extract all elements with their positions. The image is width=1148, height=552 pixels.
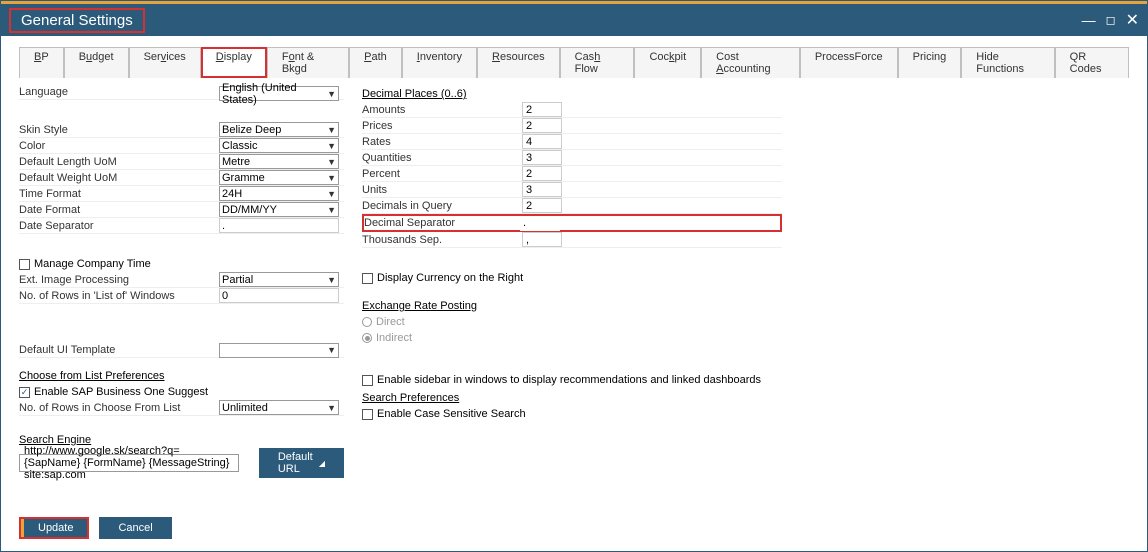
- enable-suggest-checkbox[interactable]: ✓Enable SAP Business One Suggest: [19, 386, 208, 398]
- footer-buttons: Update Cancel: [19, 517, 172, 539]
- chevron-down-icon: ▼: [327, 89, 336, 99]
- close-icon[interactable]: ✕: [1126, 10, 1139, 30]
- thousands-sep-input[interactable]: ,: [522, 232, 562, 247]
- units-label: Units: [362, 184, 522, 196]
- default-length-uom-select[interactable]: Metre▼: [219, 154, 339, 169]
- ext-image-processing-select[interactable]: Partial▼: [219, 272, 339, 287]
- tab-services[interactable]: Services: [129, 47, 201, 78]
- exchange-rate-posting-header: Exchange Rate Posting: [362, 300, 782, 312]
- listof-rows-input[interactable]: 0: [219, 288, 339, 303]
- thousands-sep-label: Thousands Sep.: [362, 234, 522, 246]
- choose-from-list-header: Choose from List Preferences: [19, 370, 344, 382]
- default-weight-uom-label: Default Weight UoM: [19, 172, 219, 184]
- default-ui-template-label: Default UI Template: [19, 344, 219, 356]
- search-preferences-header: Search Preferences: [362, 392, 782, 404]
- date-separator-label: Date Separator: [19, 220, 219, 232]
- general-settings-window: General Settings — ◻ ✕ BP Budget Service…: [0, 0, 1148, 552]
- tab-strip: BP Budget Services Display Font & Bkgd P…: [19, 46, 1129, 78]
- tab-font-bkgd[interactable]: Font & Bkgd: [267, 47, 349, 78]
- default-length-uom-label: Default Length UoM: [19, 156, 219, 168]
- right-column: Decimal Places (0..6) Amounts2 Prices2 R…: [362, 84, 782, 478]
- enable-sidebar-checkbox[interactable]: Enable sidebar in windows to display rec…: [362, 374, 761, 386]
- window-title: General Settings: [9, 8, 145, 33]
- time-format-label: Time Format: [19, 188, 219, 200]
- tab-processforce[interactable]: ProcessForce: [800, 47, 898, 78]
- default-ui-template-select[interactable]: ▼: [219, 343, 339, 358]
- maximize-icon[interactable]: ◻: [1106, 13, 1116, 27]
- decimals-query-label: Decimals in Query: [362, 200, 522, 212]
- decimal-separator-input[interactable]: .: [520, 216, 560, 231]
- tab-qr-codes[interactable]: QR Codes: [1055, 47, 1129, 78]
- percent-input[interactable]: 2: [522, 166, 562, 181]
- tab-budget[interactable]: Budget: [64, 47, 129, 78]
- cfl-rows-select[interactable]: Unlimited▼: [219, 400, 339, 415]
- tab-hide-functions[interactable]: Hide Functions: [961, 47, 1054, 78]
- tab-cash-flow[interactable]: Cash Flow: [560, 47, 635, 78]
- ext-image-processing-label: Ext. Image Processing: [19, 274, 219, 286]
- listof-rows-label: No. of Rows in 'List of' Windows: [19, 290, 219, 302]
- tab-resources[interactable]: Resources: [477, 47, 560, 78]
- time-format-select[interactable]: 24H▼: [219, 186, 339, 201]
- decimals-query-input[interactable]: 2: [522, 198, 562, 213]
- color-label: Color: [19, 140, 219, 152]
- default-weight-uom-select[interactable]: Gramme▼: [219, 170, 339, 185]
- rates-label: Rates: [362, 136, 522, 148]
- tab-cost-accounting[interactable]: Cost Accounting: [701, 47, 800, 78]
- percent-label: Percent: [362, 168, 522, 180]
- decimal-separator-label: Decimal Separator: [364, 217, 520, 229]
- tab-display[interactable]: Display: [201, 47, 267, 78]
- amounts-label: Amounts: [362, 104, 522, 116]
- skin-style-label: Skin Style: [19, 124, 219, 136]
- tab-pricing[interactable]: Pricing: [898, 47, 962, 78]
- erp-direct-radio[interactable]: Direct: [362, 316, 405, 328]
- amounts-input[interactable]: 2: [522, 102, 562, 117]
- units-input[interactable]: 3: [522, 182, 562, 197]
- prices-label: Prices: [362, 120, 522, 132]
- color-select[interactable]: Classic▼: [219, 138, 339, 153]
- titlebar: General Settings — ◻ ✕: [1, 4, 1147, 36]
- cfl-rows-label: No. of Rows in Choose From List: [19, 402, 219, 414]
- tab-bp[interactable]: BP: [19, 47, 64, 78]
- case-sensitive-search-checkbox[interactable]: Enable Case Sensitive Search: [362, 408, 526, 420]
- date-separator-input[interactable]: .: [219, 218, 339, 233]
- language-label: Language: [19, 86, 219, 98]
- default-url-button[interactable]: Default URL ◢: [259, 448, 344, 478]
- tab-path[interactable]: Path: [349, 47, 402, 78]
- language-select[interactable]: English (United States)▼: [219, 86, 339, 101]
- date-format-label: Date Format: [19, 204, 219, 216]
- erp-indirect-radio[interactable]: Indirect: [362, 332, 412, 344]
- cancel-button[interactable]: Cancel: [99, 517, 171, 539]
- search-engine-input[interactable]: http://www.google.sk/search?q={SapName} …: [19, 454, 239, 472]
- quantities-input[interactable]: 3: [522, 150, 562, 165]
- decimal-separator-row-highlight: Decimal Separator.: [362, 214, 782, 232]
- rates-input[interactable]: 4: [522, 134, 562, 149]
- decimal-places-header: Decimal Places (0..6): [362, 88, 782, 100]
- display-currency-right-checkbox[interactable]: Display Currency on the Right: [362, 272, 523, 284]
- content-area: BP Budget Services Display Font & Bkgd P…: [1, 36, 1147, 551]
- minimize-icon[interactable]: —: [1082, 12, 1096, 28]
- skin-style-select[interactable]: Belize Deep▼: [219, 122, 339, 137]
- manage-company-time-checkbox[interactable]: Manage Company Time: [19, 258, 151, 270]
- tab-cockpit[interactable]: Cockpit: [634, 47, 701, 78]
- update-button[interactable]: Update: [19, 517, 89, 539]
- tab-inventory[interactable]: Inventory: [402, 47, 477, 78]
- quantities-label: Quantities: [362, 152, 522, 164]
- left-column: Language English (United States)▼ Skin S…: [19, 84, 344, 478]
- date-format-select[interactable]: DD/MM/YY▼: [219, 202, 339, 217]
- prices-input[interactable]: 2: [522, 118, 562, 133]
